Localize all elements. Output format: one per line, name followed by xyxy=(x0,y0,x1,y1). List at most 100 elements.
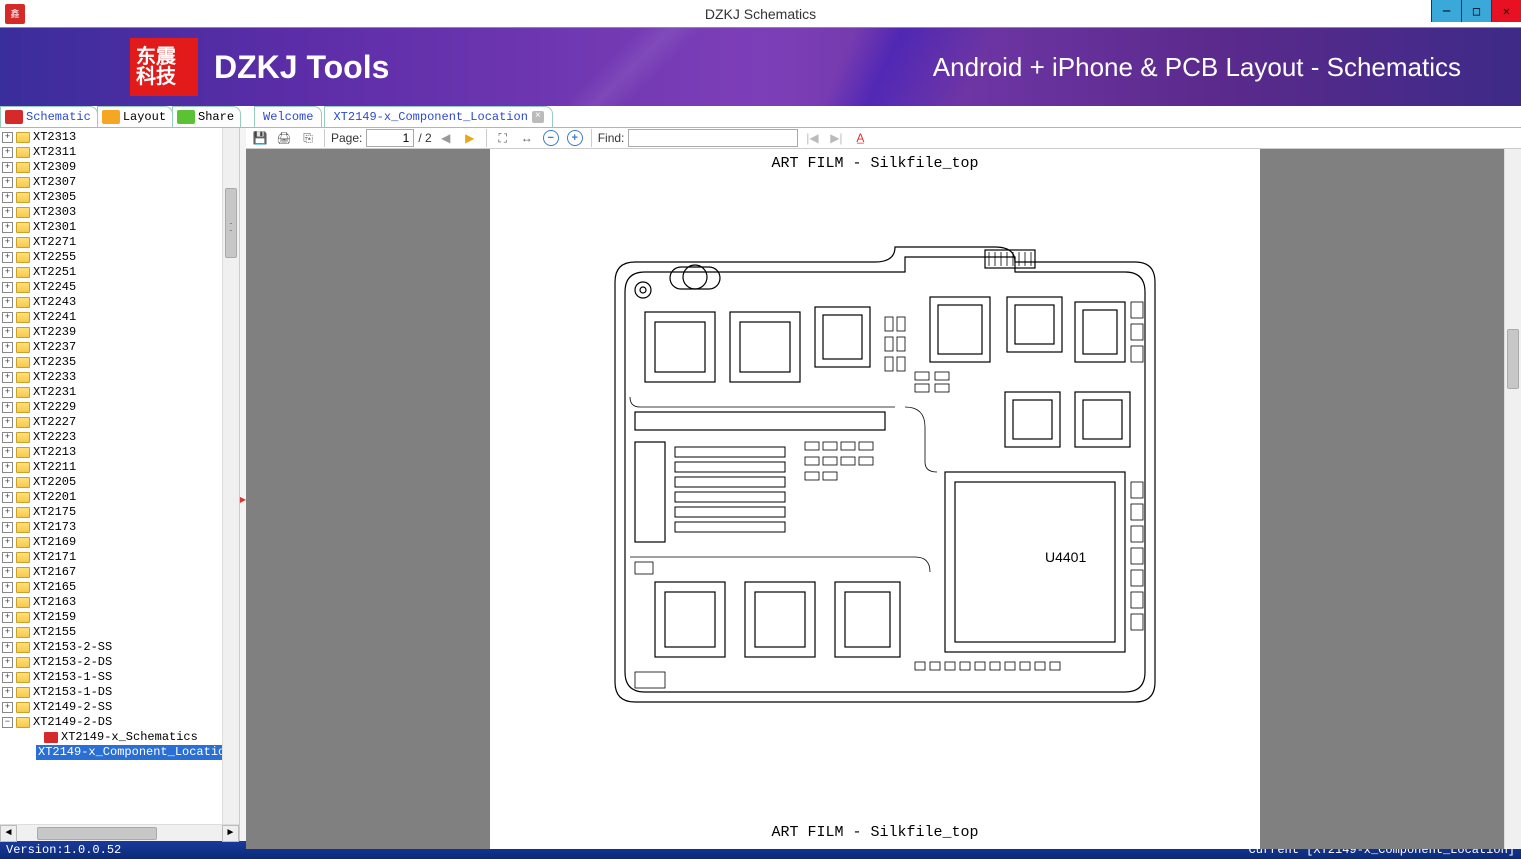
tab-layout[interactable]: Layout xyxy=(97,106,173,127)
tree-item[interactable]: +XT2309 xyxy=(2,160,222,175)
page-number-input[interactable] xyxy=(366,129,414,147)
close-tab-icon[interactable]: × xyxy=(532,111,544,123)
expand-icon[interactable]: + xyxy=(2,612,13,623)
expand-icon[interactable]: + xyxy=(2,207,13,218)
doc-vertical-scrollbar[interactable] xyxy=(1504,149,1521,849)
expand-icon[interactable]: + xyxy=(2,447,13,458)
expand-icon[interactable]: + xyxy=(2,402,13,413)
expand-icon[interactable]: + xyxy=(2,537,13,548)
expand-icon[interactable]: + xyxy=(2,657,13,668)
tree-item[interactable]: +XT2229 xyxy=(2,400,222,415)
expand-icon[interactable]: + xyxy=(2,492,13,503)
expand-icon[interactable]: + xyxy=(2,432,13,443)
tree-item[interactable]: +XT2243 xyxy=(2,295,222,310)
tree-item[interactable]: +XT2169 xyxy=(2,535,222,550)
tree-item[interactable]: +XT2313 xyxy=(2,130,222,145)
tree-item[interactable]: +XT2153-2-SS xyxy=(2,640,222,655)
find-next-button[interactable]: ▶| xyxy=(826,128,846,148)
tree-item[interactable]: +XT2175 xyxy=(2,505,222,520)
tree-item[interactable]: +XT2245 xyxy=(2,280,222,295)
tree-item[interactable]: +XT2233 xyxy=(2,370,222,385)
expand-icon[interactable]: + xyxy=(2,147,13,158)
expand-icon[interactable]: + xyxy=(2,372,13,383)
expand-icon[interactable]: + xyxy=(2,282,13,293)
expand-icon[interactable]: + xyxy=(2,507,13,518)
expand-icon[interactable]: + xyxy=(2,672,13,683)
print-button[interactable]: 🖨 xyxy=(274,128,294,148)
tree-item[interactable]: +XT2223 xyxy=(2,430,222,445)
expand-icon[interactable]: + xyxy=(2,417,13,428)
tree-item[interactable]: +XT2171 xyxy=(2,550,222,565)
tab-share[interactable]: Share xyxy=(172,106,241,127)
prev-page-button[interactable]: ◀ xyxy=(436,128,456,148)
expand-icon[interactable]: + xyxy=(2,192,13,203)
tree-horizontal-scrollbar[interactable]: ◄ ► xyxy=(0,824,239,841)
tree-item-expanded[interactable]: −XT2149-2-DS xyxy=(2,715,222,730)
expand-icon[interactable]: + xyxy=(2,552,13,563)
scrollbar-thumb[interactable] xyxy=(225,188,237,258)
expand-icon[interactable]: + xyxy=(2,132,13,143)
copy-button[interactable]: ⎘ xyxy=(298,128,318,148)
tree-item[interactable]: +XT2307 xyxy=(2,175,222,190)
expand-icon[interactable]: + xyxy=(2,177,13,188)
tree-item[interactable]: +XT2155 xyxy=(2,625,222,640)
tree-item[interactable]: +XT2235 xyxy=(2,355,222,370)
tree-item[interactable]: +XT2163 xyxy=(2,595,222,610)
tree-file-item[interactable]: XT2149-x_Component_Location xyxy=(2,745,222,760)
expand-icon[interactable]: + xyxy=(2,627,13,638)
tree-item[interactable]: +XT2305 xyxy=(2,190,222,205)
expand-icon[interactable]: + xyxy=(2,462,13,473)
scrollbar-track[interactable] xyxy=(17,825,222,842)
tree-item[interactable]: +XT2153-2-DS xyxy=(2,655,222,670)
tree-item[interactable]: +XT2213 xyxy=(2,445,222,460)
tree-item[interactable]: +XT2227 xyxy=(2,415,222,430)
expand-icon[interactable]: + xyxy=(2,597,13,608)
next-page-button[interactable]: ▶ xyxy=(460,128,480,148)
tree-item[interactable]: +XT2271 xyxy=(2,235,222,250)
expand-icon[interactable]: + xyxy=(2,327,13,338)
expand-icon[interactable]: + xyxy=(2,252,13,263)
expand-icon[interactable]: + xyxy=(2,567,13,578)
tree-vertical-scrollbar[interactable] xyxy=(222,128,239,824)
tree-item[interactable]: +XT2153-1-DS xyxy=(2,685,222,700)
expand-icon[interactable]: + xyxy=(2,297,13,308)
tree-item[interactable]: +XT2167 xyxy=(2,565,222,580)
tree-item[interactable]: +XT2153-1-SS xyxy=(2,670,222,685)
scroll-right-button[interactable]: ► xyxy=(222,825,239,842)
expand-icon[interactable]: + xyxy=(2,702,13,713)
save-button[interactable]: 💾 xyxy=(250,128,270,148)
find-prev-button[interactable]: |◀ xyxy=(802,128,822,148)
tree-item[interactable]: +XT2239 xyxy=(2,325,222,340)
scrollbar-thumb[interactable] xyxy=(37,827,157,840)
find-input[interactable] xyxy=(628,129,798,147)
fit-width-button[interactable]: ↔ xyxy=(517,128,537,148)
close-button[interactable]: ✕ xyxy=(1491,0,1521,22)
scrollbar-thumb[interactable] xyxy=(1507,329,1519,389)
tree-item[interactable]: +XT2201 xyxy=(2,490,222,505)
tree-item[interactable]: +XT2231 xyxy=(2,385,222,400)
maximize-button[interactable]: □ xyxy=(1461,0,1491,22)
scroll-left-button[interactable]: ◄ xyxy=(0,825,17,842)
zoom-out-button[interactable]: − xyxy=(541,128,561,148)
fit-page-button[interactable]: ⛶ xyxy=(493,128,513,148)
tree-item[interactable]: +XT2149-2-SS xyxy=(2,700,222,715)
expand-icon[interactable]: + xyxy=(2,522,13,533)
expand-icon[interactable]: + xyxy=(2,222,13,233)
tree-item[interactable]: +XT2165 xyxy=(2,580,222,595)
tree-item[interactable]: +XT2173 xyxy=(2,520,222,535)
tree-item[interactable]: +XT2211 xyxy=(2,460,222,475)
tree-item[interactable]: +XT2311 xyxy=(2,145,222,160)
tree-file-item[interactable]: XT2149-x_Schematics xyxy=(2,730,222,745)
expand-icon[interactable]: + xyxy=(2,582,13,593)
highlight-button[interactable]: A̲ xyxy=(850,128,870,148)
collapse-icon[interactable]: − xyxy=(2,717,13,728)
expand-icon[interactable]: + xyxy=(2,162,13,173)
page-canvas[interactable]: ART FILM - Silkfile_top xyxy=(246,149,1504,849)
expand-icon[interactable]: + xyxy=(2,687,13,698)
tree-item[interactable]: +XT2205 xyxy=(2,475,222,490)
expand-icon[interactable]: + xyxy=(2,312,13,323)
tree-item[interactable]: +XT2301 xyxy=(2,220,222,235)
expand-icon[interactable]: + xyxy=(2,342,13,353)
expand-icon[interactable]: + xyxy=(2,357,13,368)
expand-icon[interactable]: + xyxy=(2,387,13,398)
